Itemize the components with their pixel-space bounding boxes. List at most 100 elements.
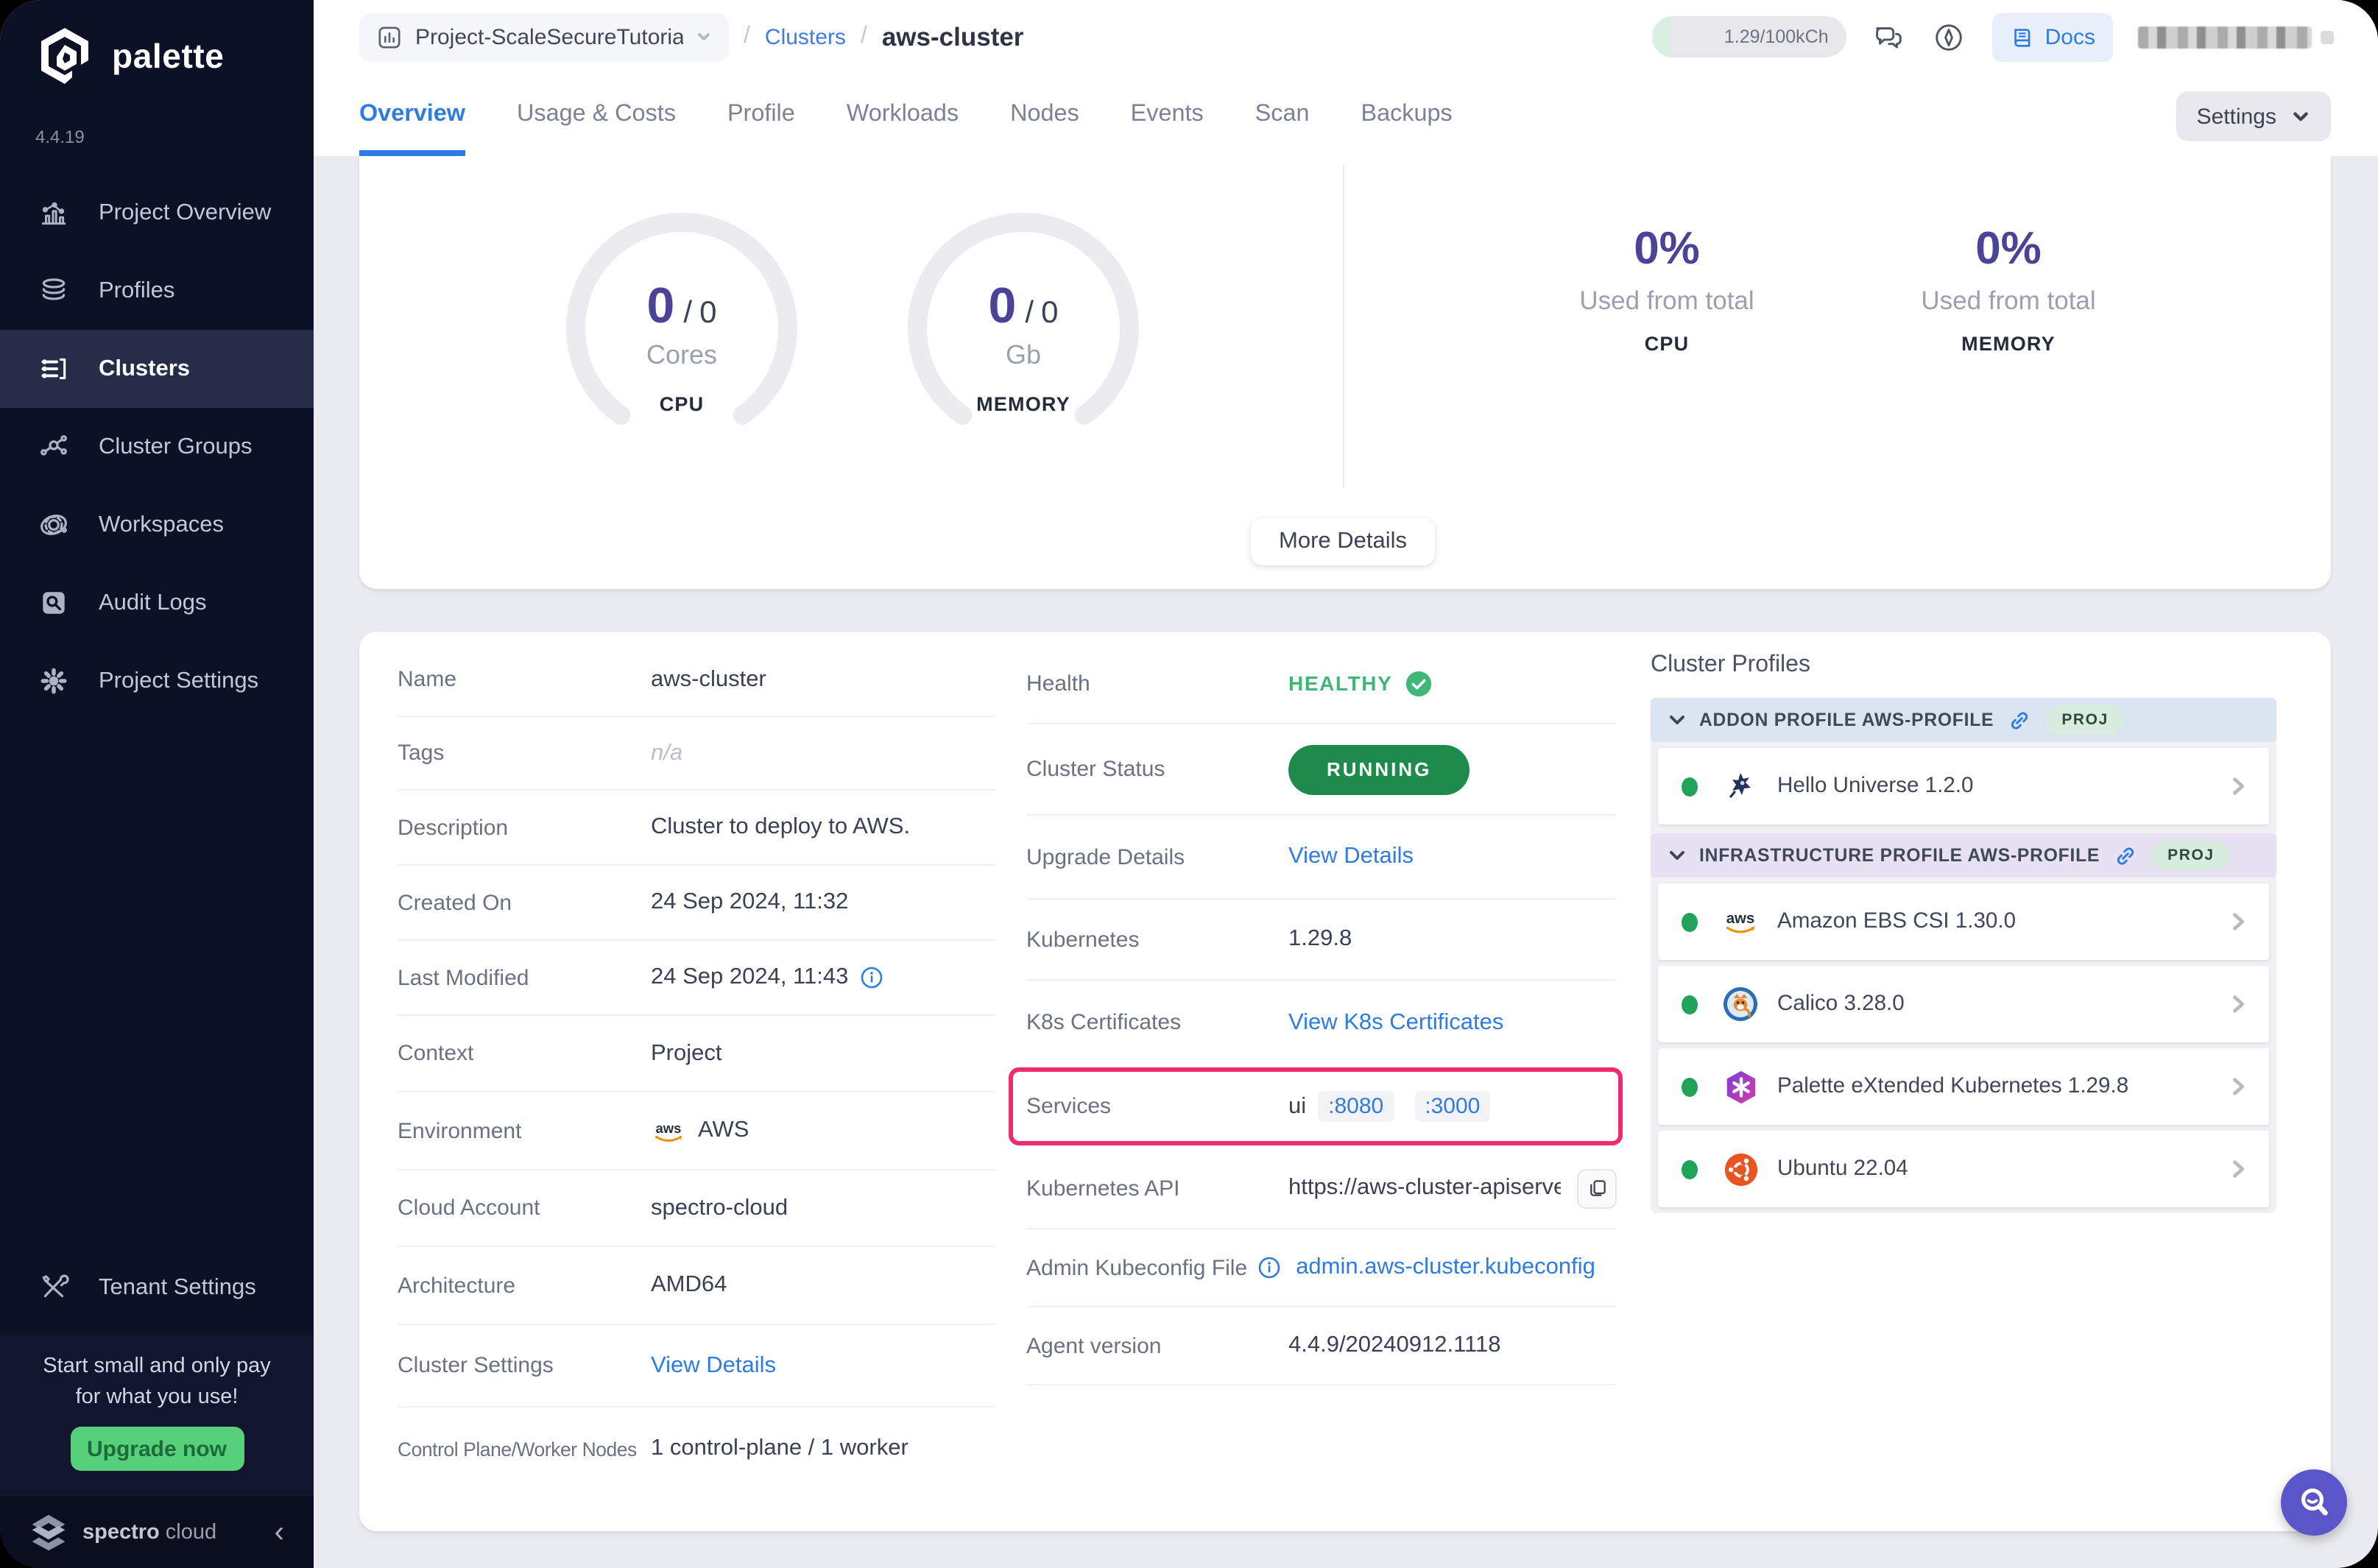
service-port-8080-link[interactable]: :8080: [1318, 1091, 1394, 1122]
tab-workloads[interactable]: Workloads: [847, 100, 959, 156]
magnifier-smile-icon: [2301, 1488, 2327, 1515]
cpu-percent-caption: Used from total: [1579, 286, 1754, 315]
help-search-fab[interactable]: [2281, 1469, 2347, 1536]
profile-layer-calico[interactable]: Calico 3.28.0: [1658, 966, 2269, 1042]
tab-backups[interactable]: Backups: [1361, 100, 1452, 156]
breadcrumb: Project-ScaleSecureTutoria / Clusters / …: [359, 0, 2334, 74]
infrastructure-profile-header[interactable]: INFRASTRUCTURE PROFILE AWS-PROFILE PROJ: [1651, 833, 2276, 877]
chevron-right-icon: [2233, 913, 2245, 930]
profiles-list: ADDON PROFILE AWS-PROFILE PROJ Hello Uni…: [1651, 698, 2276, 1213]
view-k8s-certificates-link[interactable]: View K8s Certificates: [1288, 1009, 1503, 1036]
user-menu-dot: [2321, 30, 2334, 43]
sidebar-nav: Project Overview Profiles Clusters Clust…: [0, 174, 314, 720]
memory-unit: Gb: [1005, 340, 1041, 370]
sidebar-item-tenant-settings[interactable]: Tenant Settings: [0, 1249, 314, 1327]
compass-icon[interactable]: [1932, 19, 1967, 54]
cpu-unit: Cores: [646, 340, 717, 370]
svg-text:aws: aws: [656, 1120, 682, 1135]
brand-name: palette: [112, 36, 225, 74]
tab-scan[interactable]: Scan: [1255, 100, 1310, 156]
status-row-services: Services ui :8080 :3000: [1009, 1064, 1623, 1148]
project-chart-icon: [378, 26, 401, 48]
running-status-badge: RUNNING: [1288, 744, 1470, 794]
sidebar: palette 4.4.19 Project Overview Profiles: [0, 0, 314, 1568]
status-row-upgrade-details: Upgrade Details View Details: [1026, 816, 1617, 900]
calico-icon: [1721, 985, 1760, 1023]
sidebar-item-label: Profiles: [99, 278, 175, 303]
memory-caption: MEMORY: [976, 393, 1070, 415]
detail-row-created-on: Created On 24 Sep 2024, 11:32: [398, 866, 995, 941]
more-details-button[interactable]: More Details: [1251, 518, 1435, 565]
credits-value: 1.29/100kCh: [1723, 27, 1829, 47]
sidebar-item-project-settings[interactable]: Project Settings: [0, 642, 314, 720]
user-name-redacted: [2138, 26, 2312, 48]
tab-nodes[interactable]: Nodes: [1010, 100, 1079, 156]
tools-icon: [38, 1272, 69, 1303]
chevron-right-icon: [2233, 1078, 2245, 1095]
addon-profile-header[interactable]: ADDON PROFILE AWS-PROFILE PROJ: [1651, 698, 2276, 742]
status-dot: [1682, 777, 1698, 796]
service-port-3000-link[interactable]: :3000: [1414, 1091, 1491, 1122]
docs-label: Docs: [2044, 24, 2095, 49]
sidebar-item-workspaces[interactable]: Workspaces: [0, 486, 314, 564]
breadcrumb-separator: /: [744, 24, 750, 49]
detail-row-tags: Tags n/a: [398, 717, 995, 791]
settings-dropdown-button[interactable]: Settings: [2176, 91, 2331, 141]
header-actions: 1.29/100kCh Docs: [1651, 13, 2334, 61]
server-list-icon: [38, 353, 69, 384]
book-icon: [2014, 28, 2031, 46]
upgrade-now-button[interactable]: Upgrade now: [70, 1427, 244, 1472]
copy-icon[interactable]: [1577, 1168, 1617, 1208]
profile-layer-palette-extended-kubernetes[interactable]: Palette eXtended Kubernetes 1.29.8: [1658, 1048, 2269, 1125]
info-icon[interactable]: [860, 966, 883, 989]
kubeconfig-download-link[interactable]: admin.aws-cluster.kubeconfig: [1296, 1254, 1595, 1281]
cluster-profiles-title: Cluster Profiles: [1651, 652, 1810, 677]
breadcrumb-clusters-link[interactable]: Clusters: [765, 24, 846, 49]
link-icon: [2011, 711, 2028, 729]
service-name: ui: [1288, 1093, 1307, 1118]
gear-icon: [38, 665, 69, 696]
sidebar-collapse-icon[interactable]: ‹: [275, 1517, 284, 1547]
sidebar-footer: spectro cloud ‹: [0, 1494, 314, 1568]
tab-overview[interactable]: Overview: [359, 100, 465, 156]
tab-usage-costs[interactable]: Usage & Costs: [517, 100, 676, 156]
docs-button[interactable]: Docs: [1991, 13, 2113, 61]
layers-icon: [38, 275, 69, 306]
sidebar-item-profiles[interactable]: Profiles: [0, 252, 314, 330]
cluster-settings-view-details-link[interactable]: View Details: [651, 1352, 776, 1379]
sidebar-item-label: Audit Logs: [99, 590, 207, 615]
user-account[interactable]: [2138, 26, 2334, 48]
kubernetes-api-url: https://aws-cluster-apiserve…: [1288, 1175, 1561, 1200]
info-icon[interactable]: [1257, 1256, 1281, 1279]
summary-divider: [1343, 165, 1344, 489]
profile-layer-ubuntu[interactable]: Ubuntu 22.04: [1658, 1131, 2269, 1207]
memory-percent-block: 0% Used from total MEMORY: [1846, 156, 2170, 406]
link-icon: [2117, 847, 2134, 864]
promo-text: Start small and only pay for what you us…: [43, 1355, 271, 1409]
detail-row-name: Name aws-cluster: [398, 643, 995, 717]
breadcrumb-separator: /: [860, 24, 867, 49]
tab-profile[interactable]: Profile: [727, 100, 795, 156]
brand-logo: palette: [0, 0, 314, 88]
cpu-percent-label: CPU: [1644, 333, 1690, 355]
profile-layer-hello-universe[interactable]: Hello Universe 1.2.0: [1658, 748, 2269, 824]
project-selector[interactable]: Project-ScaleSecureTutoria: [359, 13, 729, 61]
profile-layer-amazon-ebs-csi[interactable]: aws Amazon EBS CSI 1.30.0: [1658, 883, 2269, 960]
detail-row-cloud-account: Cloud Account spectro-cloud: [398, 1170, 995, 1247]
status-dot: [1682, 912, 1698, 931]
credits-usage-pill: 1.29/100kCh: [1651, 16, 1846, 57]
status-row-agent-version: Agent version 4.4.9/20240912.1118: [1026, 1307, 1617, 1385]
sidebar-item-clusters[interactable]: Clusters: [0, 330, 314, 408]
top-header: Project-ScaleSecureTutoria / Clusters / …: [314, 0, 2378, 156]
status-row-kubernetes: Kubernetes 1.29.8: [1026, 900, 1617, 981]
sidebar-item-cluster-groups[interactable]: Cluster Groups: [0, 408, 314, 486]
upgrade-view-details-link[interactable]: View Details: [1288, 844, 1414, 870]
memory-percent-caption: Used from total: [1921, 286, 2096, 315]
tab-events[interactable]: Events: [1131, 100, 1204, 156]
sidebar-item-audit-logs[interactable]: Audit Logs: [0, 564, 314, 642]
chat-icon[interactable]: [1871, 19, 1907, 54]
audit-search-icon: [38, 587, 69, 618]
status-dot: [1682, 1077, 1698, 1096]
cluster-profiles-panel: Cluster Profiles ADDON PROFILE AWS-PROFI…: [1651, 652, 2276, 1213]
sidebar-item-project-overview[interactable]: Project Overview: [0, 174, 314, 252]
